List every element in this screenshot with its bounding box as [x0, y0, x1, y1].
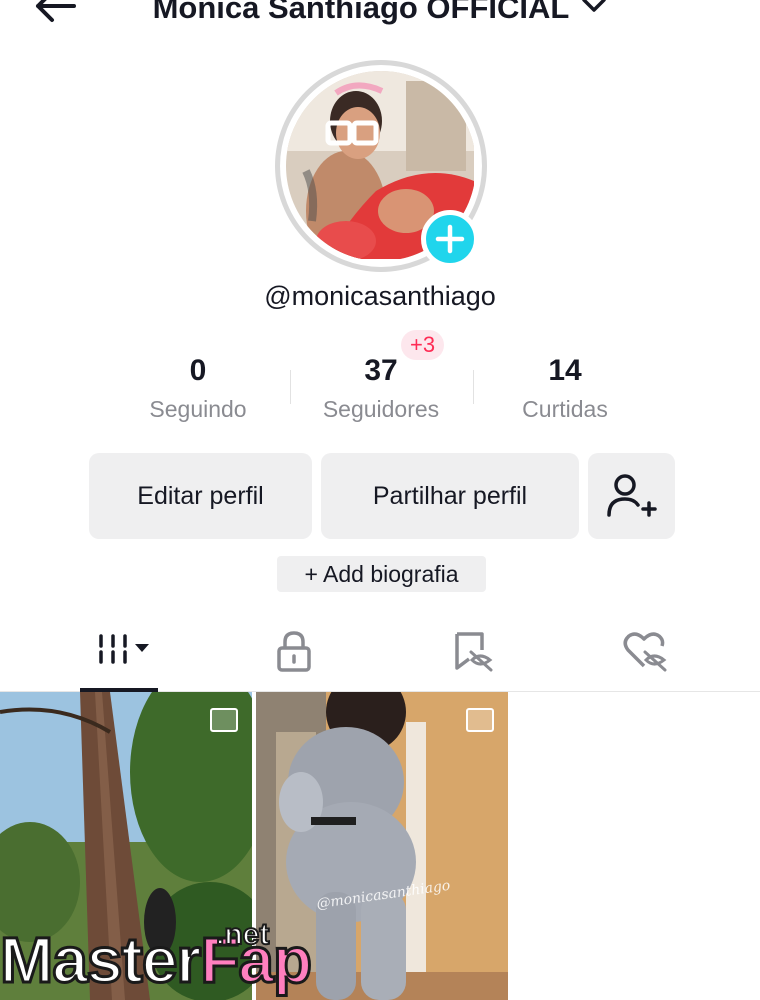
edit-profile-button[interactable]: Editar perfil — [89, 453, 312, 539]
watermark-left: Master — [0, 923, 203, 998]
page-title: Monica Santhiago OFFICIAL — [152, 0, 569, 25]
profile-stats: 0 Seguindo 37 Seguidores +3 14 Curtidas — [0, 330, 760, 430]
image-icon — [210, 708, 238, 732]
stats-divider — [290, 370, 291, 404]
top-bar: Monica Santhiago OFFICIAL — [0, 0, 760, 40]
watermark-suffix: .net — [215, 917, 270, 952]
username-handle: @monicasanthiago — [264, 281, 496, 311]
bookmark-hidden-icon — [455, 632, 493, 672]
heart-hidden-icon — [623, 632, 667, 672]
stat-following[interactable]: 0 Seguindo — [113, 352, 283, 423]
stat-likes[interactable]: 14 Curtidas — [480, 352, 650, 423]
lock-icon — [277, 631, 311, 672]
likes-label: Curtidas — [522, 396, 608, 422]
tab-videos[interactable] — [25, 610, 215, 692]
followers-delta-badge: +3 — [401, 330, 445, 360]
stat-followers[interactable]: 37 Seguidores — [296, 352, 466, 423]
followers-label: Seguidores — [322, 396, 440, 422]
add-friends-button[interactable] — [588, 453, 675, 539]
share-profile-button[interactable]: Partilhar perfil — [321, 453, 579, 539]
followers-count: 37 — [364, 354, 398, 387]
likes-count: 14 — [548, 354, 582, 387]
add-bio-button[interactable]: + Add biografia — [277, 556, 486, 592]
tab-favorites[interactable] — [380, 610, 570, 692]
chevron-down-icon — [582, 0, 607, 12]
avatar-container[interactable] — [275, 60, 487, 272]
following-label: Seguindo — [149, 396, 247, 422]
image-icon — [466, 708, 494, 732]
account-switcher[interactable]: Monica Santhiago OFFICIAL — [0, 0, 760, 28]
content-tabs — [0, 610, 760, 692]
tab-liked[interactable] — [550, 610, 740, 692]
add-story-button[interactable] — [421, 210, 479, 268]
plus-icon — [435, 224, 465, 254]
following-count: 0 — [189, 354, 207, 387]
add-user-icon — [607, 474, 657, 517]
tab-private[interactable] — [200, 610, 390, 692]
grid-icon — [99, 634, 149, 664]
stats-divider — [473, 370, 474, 404]
